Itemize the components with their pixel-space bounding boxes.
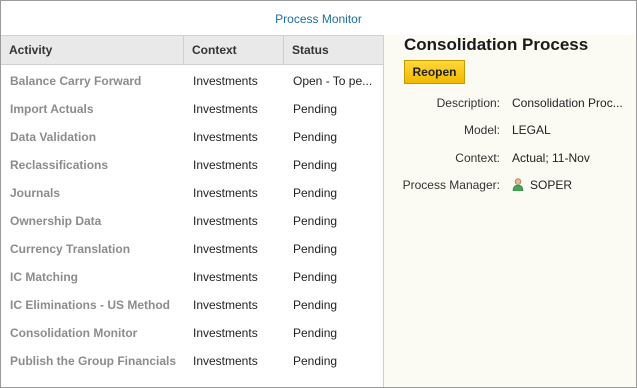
status-cell: Pending xyxy=(293,242,338,256)
model-value: LEGAL xyxy=(512,123,551,137)
activity-cell: Data Validation xyxy=(10,130,97,144)
window: Process Monitor Activity Context Status … xyxy=(0,0,637,388)
activity-cell: Reclassifications xyxy=(10,158,109,172)
context-cell: Investments xyxy=(193,214,258,228)
description-label: Description: xyxy=(436,96,500,110)
context-cell: Investments xyxy=(193,102,258,116)
status-cell: Pending xyxy=(293,354,338,368)
column-header-context[interactable]: Context xyxy=(184,36,284,64)
process-monitor-link[interactable]: Process Monitor xyxy=(275,12,362,26)
description-value: Consolidation Proc... xyxy=(512,96,623,110)
context-cell: Investments xyxy=(193,326,258,340)
context-cell: Investments xyxy=(193,354,258,368)
context-cell: Investments xyxy=(193,158,258,172)
activity-cell: Publish the Group Financials xyxy=(10,354,177,368)
status-cell: Pending xyxy=(293,102,338,116)
activity-cell: Journals xyxy=(10,186,61,200)
activity-cell: Consolidation Monitor xyxy=(10,326,138,340)
table-row[interactable]: IC Matching Investments Pending xyxy=(1,263,383,291)
table-row[interactable]: IC Eliminations - US Method Investments … xyxy=(1,291,383,319)
column-header-activity[interactable]: Activity xyxy=(1,36,184,64)
status-cell: Pending xyxy=(293,270,338,284)
activity-table: Activity Context Status Balance Carry Fo… xyxy=(1,35,384,387)
status-cell: Pending xyxy=(293,298,338,312)
context-value: Actual; 11-Nov xyxy=(512,151,590,165)
reopen-button[interactable]: Reopen xyxy=(404,60,465,84)
context-cell: Investments xyxy=(193,298,258,312)
description-field: Description: Consolidation Proc... xyxy=(384,96,636,114)
manager-value: SOPER xyxy=(530,178,573,192)
status-cell: Pending xyxy=(293,130,338,144)
model-field: Model: LEGAL xyxy=(384,123,636,141)
table-body: Balance Carry Forward Investments Open -… xyxy=(1,65,383,375)
column-header-status[interactable]: Status xyxy=(284,36,383,64)
context-cell: Investments xyxy=(193,270,258,284)
status-cell: Pending xyxy=(293,186,338,200)
table-row[interactable]: Consolidation Monitor Investments Pendin… xyxy=(1,319,383,347)
activity-cell: Balance Carry Forward xyxy=(10,74,142,88)
status-cell: Pending xyxy=(293,158,338,172)
person-icon xyxy=(512,178,524,191)
activity-cell: Import Actuals xyxy=(10,102,94,116)
activity-cell: Currency Translation xyxy=(10,242,131,256)
status-cell: Pending xyxy=(293,326,338,340)
table-header: Activity Context Status xyxy=(1,35,383,65)
table-row[interactable]: Import Actuals Investments Pending xyxy=(1,95,383,123)
table-row[interactable]: Ownership Data Investments Pending xyxy=(1,207,383,235)
activity-cell: IC Matching xyxy=(10,270,78,284)
table-row[interactable]: Balance Carry Forward Investments Open -… xyxy=(1,67,383,95)
status-cell: Pending xyxy=(293,214,338,228)
manager-field: Process Manager: SOPER xyxy=(384,178,636,196)
table-row[interactable]: Data Validation Investments Pending xyxy=(1,123,383,151)
context-cell: Investments xyxy=(193,130,258,144)
table-row[interactable]: Journals Investments Pending xyxy=(1,179,383,207)
context-cell: Investments xyxy=(193,74,258,88)
context-cell: Investments xyxy=(193,186,258,200)
context-cell: Investments xyxy=(193,242,258,256)
details-panel: Consolidation Process Reopen Description… xyxy=(384,35,636,387)
manager-value-wrap[interactable]: SOPER xyxy=(512,178,630,192)
top-bar: Process Monitor xyxy=(1,1,636,35)
process-title: Consolidation Process xyxy=(404,35,589,54)
activity-cell: IC Eliminations - US Method xyxy=(10,298,171,312)
context-field: Context: Actual; 11-Nov xyxy=(384,151,636,169)
table-row[interactable]: Publish the Group Financials Investments… xyxy=(1,347,383,375)
model-label: Model: xyxy=(463,123,500,137)
manager-label: Process Manager: xyxy=(402,178,500,192)
table-row[interactable]: Reclassifications Investments Pending xyxy=(1,151,383,179)
activity-cell: Ownership Data xyxy=(10,214,102,228)
status-cell: Open - To pe... xyxy=(293,74,373,88)
table-row[interactable]: Currency Translation Investments Pending xyxy=(1,235,383,263)
context-label: Context: xyxy=(455,151,500,165)
